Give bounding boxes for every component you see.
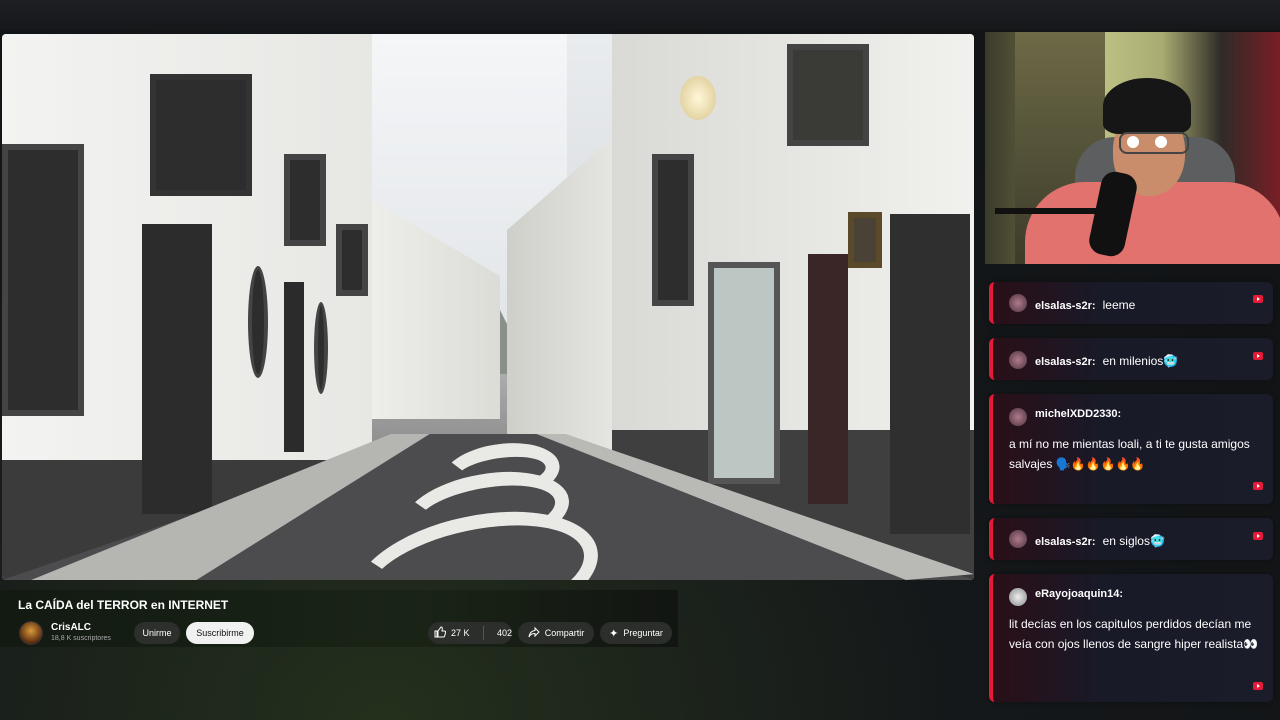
join-button-label: Unirme bbox=[142, 628, 172, 638]
share-button-label: Compartir bbox=[544, 628, 585, 638]
video-player[interactable] bbox=[2, 34, 974, 580]
ask-button[interactable]: ✦ Preguntar bbox=[600, 622, 672, 644]
divider bbox=[482, 626, 484, 640]
chat-message: elsalas-s2r: leeme bbox=[989, 282, 1273, 324]
video-street-lamp bbox=[680, 76, 716, 120]
chat-avatar bbox=[1009, 588, 1027, 606]
like-dislike-group: 27 K 402 bbox=[428, 622, 512, 644]
like-button[interactable]: 27 K bbox=[428, 625, 478, 641]
live-chat-panel: elsalas-s2r: leeme elsalas-s2r: en milen… bbox=[985, 264, 1280, 720]
like-count: 27 K bbox=[451, 628, 470, 638]
browser-top-bar bbox=[0, 0, 1280, 30]
youtube-icon bbox=[1253, 352, 1263, 360]
chat-avatar bbox=[1009, 408, 1027, 426]
youtube-icon bbox=[1253, 532, 1263, 540]
thumbs-up-icon bbox=[434, 625, 447, 641]
ask-button-label: Preguntar bbox=[623, 628, 663, 638]
chat-username: elsalas-s2r: en siglos🥶 bbox=[1035, 534, 1165, 548]
chat-avatar bbox=[1009, 294, 1027, 312]
streamer-webcam bbox=[985, 32, 1280, 264]
sparkle-icon: ✦ bbox=[609, 627, 619, 640]
subscribe-button[interactable]: Suscribirme bbox=[186, 622, 254, 644]
chat-avatar bbox=[1009, 351, 1027, 369]
chat-text: a mí no me mientas loali, a ti te gusta … bbox=[1009, 437, 1250, 471]
youtube-icon bbox=[1253, 295, 1263, 303]
channel-name[interactable]: CrisALC bbox=[51, 622, 91, 633]
share-button[interactable]: Compartir bbox=[518, 622, 594, 644]
chat-username: elsalas-s2r: leeme bbox=[1035, 298, 1136, 312]
youtube-icon bbox=[1253, 682, 1263, 690]
chat-message: eRayojoaquin14: lit decías en los capitu… bbox=[989, 574, 1273, 702]
webcam-beanie bbox=[1103, 78, 1191, 148]
chat-username: eRayojoaquin14: bbox=[1035, 588, 1124, 600]
comments-count[interactable]: 402 bbox=[489, 628, 512, 638]
channel-avatar[interactable] bbox=[19, 621, 43, 645]
chat-avatar bbox=[1009, 530, 1027, 548]
video-info-bar: La CAÍDA del TERROR en INTERNET CrisALC … bbox=[0, 590, 678, 647]
youtube-icon bbox=[1253, 482, 1263, 490]
chat-message: elsalas-s2r: en siglos🥶 bbox=[989, 518, 1273, 560]
chat-text: lit decías en los capitulos perdidos dec… bbox=[1009, 617, 1259, 651]
channel-subscriber-count: 18,8 K suscriptores bbox=[51, 635, 111, 642]
webcam-mic-arm bbox=[995, 208, 1105, 214]
chat-username: michelXDD2330: bbox=[1035, 408, 1122, 420]
chat-message: elsalas-s2r: en milenios🥶 bbox=[989, 338, 1273, 380]
chat-text: leeme bbox=[1102, 298, 1136, 312]
webcam-glasses bbox=[1119, 132, 1189, 154]
join-button[interactable]: Unirme bbox=[134, 622, 180, 644]
chat-text: en siglos🥶 bbox=[1102, 534, 1165, 548]
subscribe-button-label: Suscribirme bbox=[196, 628, 244, 638]
video-title: La CAÍDA del TERROR en INTERNET bbox=[18, 598, 229, 612]
chat-text: en milenios🥶 bbox=[1102, 354, 1179, 368]
share-arrow-icon bbox=[528, 626, 540, 641]
chat-message: michelXDD2330: a mí no me mientas loali,… bbox=[989, 394, 1273, 504]
chat-username: elsalas-s2r: en milenios🥶 bbox=[1035, 354, 1179, 368]
